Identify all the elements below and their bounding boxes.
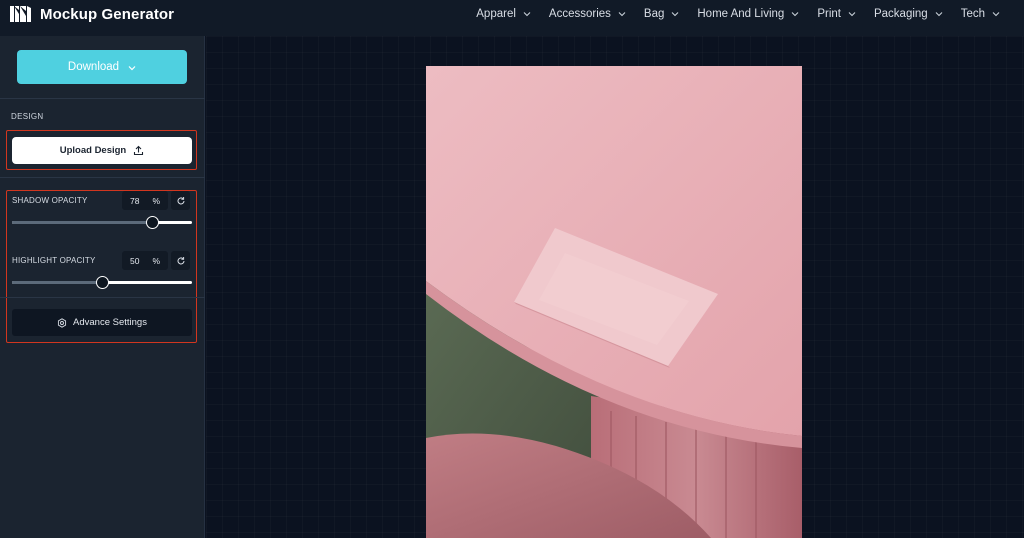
nav-item-label: Apparel bbox=[476, 8, 516, 20]
nav-item-print[interactable]: Print bbox=[817, 8, 856, 20]
upload-icon bbox=[133, 145, 144, 156]
design-section-label: DESIGN bbox=[11, 112, 44, 121]
highlight-opacity-unit: % bbox=[152, 256, 160, 266]
mockup-preview-image[interactable] bbox=[426, 66, 802, 538]
chevron-down-icon bbox=[992, 10, 1000, 18]
nav-item-tech[interactable]: Tech bbox=[961, 8, 1000, 20]
gear-icon bbox=[57, 317, 67, 328]
nav-item-label: Home And Living bbox=[697, 8, 785, 20]
divider bbox=[0, 98, 205, 99]
highlight-opacity-value: 50 bbox=[130, 256, 140, 266]
top-bar: Mockup Generator Apparel Accessories Bag… bbox=[0, 0, 1024, 36]
chevron-down-icon bbox=[935, 10, 943, 18]
logo[interactable]: Mockup Generator bbox=[10, 5, 174, 23]
nav-item-label: Accessories bbox=[548, 8, 611, 20]
divider bbox=[0, 177, 205, 178]
shadow-opacity-label: SHADOW OPACITY bbox=[12, 196, 88, 205]
shadow-opacity-value: 78 bbox=[130, 196, 140, 206]
nav-item-packaging[interactable]: Packaging bbox=[874, 8, 943, 20]
shadow-opacity-input[interactable]: 78 % bbox=[122, 191, 168, 210]
download-button-label: Download bbox=[67, 61, 120, 73]
nav-item-apparel[interactable]: Apparel bbox=[476, 8, 531, 20]
highlight-opacity-input[interactable]: 50 % bbox=[122, 251, 168, 270]
chevron-down-icon bbox=[128, 63, 136, 71]
highlight-opacity-slider-fill bbox=[12, 281, 102, 284]
sidebar: Download DESIGN Upload Design SHADOW OPA… bbox=[0, 36, 205, 538]
advance-settings-button[interactable]: Advance Settings bbox=[12, 309, 192, 336]
nav-item-bag[interactable]: Bag bbox=[644, 8, 679, 20]
chevron-down-icon bbox=[671, 10, 679, 18]
main-nav: Apparel Accessories Bag Home And Living … bbox=[458, 0, 1000, 28]
chevron-down-icon bbox=[848, 10, 856, 18]
nav-item-label: Bag bbox=[643, 8, 665, 20]
nav-item-home-and-living[interactable]: Home And Living bbox=[697, 8, 799, 20]
reset-icon bbox=[176, 256, 186, 266]
upload-design-label: Upload Design bbox=[59, 145, 127, 156]
shadow-opacity-slider-thumb[interactable] bbox=[145, 216, 159, 229]
nav-item-label: Packaging bbox=[873, 8, 928, 20]
highlight-opacity-label: HIGHLIGHT OPACITY bbox=[12, 256, 96, 265]
highlight-opacity-slider[interactable] bbox=[12, 276, 192, 289]
advance-settings-label: Advance Settings bbox=[73, 317, 147, 328]
shadow-opacity-slider-fill bbox=[12, 221, 153, 224]
chevron-down-icon bbox=[618, 10, 626, 18]
nav-item-accessories[interactable]: Accessories bbox=[549, 8, 626, 20]
shadow-reset-button[interactable] bbox=[171, 191, 190, 210]
highlight-opacity-slider-thumb[interactable] bbox=[95, 276, 109, 289]
shadow-opacity-unit: % bbox=[152, 196, 160, 206]
shadow-opacity-slider[interactable] bbox=[12, 216, 192, 229]
highlight-reset-button[interactable] bbox=[171, 251, 190, 270]
reset-icon bbox=[176, 196, 186, 206]
divider bbox=[0, 297, 205, 298]
nav-item-label: Print bbox=[817, 8, 841, 20]
nav-item-label: Tech bbox=[960, 8, 985, 20]
upload-design-button[interactable]: Upload Design bbox=[12, 137, 192, 164]
app-title: Mockup Generator bbox=[40, 5, 175, 23]
chevron-down-icon bbox=[791, 10, 799, 18]
download-button[interactable]: Download bbox=[17, 50, 187, 84]
chevron-down-icon bbox=[523, 10, 531, 18]
mockup-generator-logo-icon bbox=[10, 5, 32, 23]
